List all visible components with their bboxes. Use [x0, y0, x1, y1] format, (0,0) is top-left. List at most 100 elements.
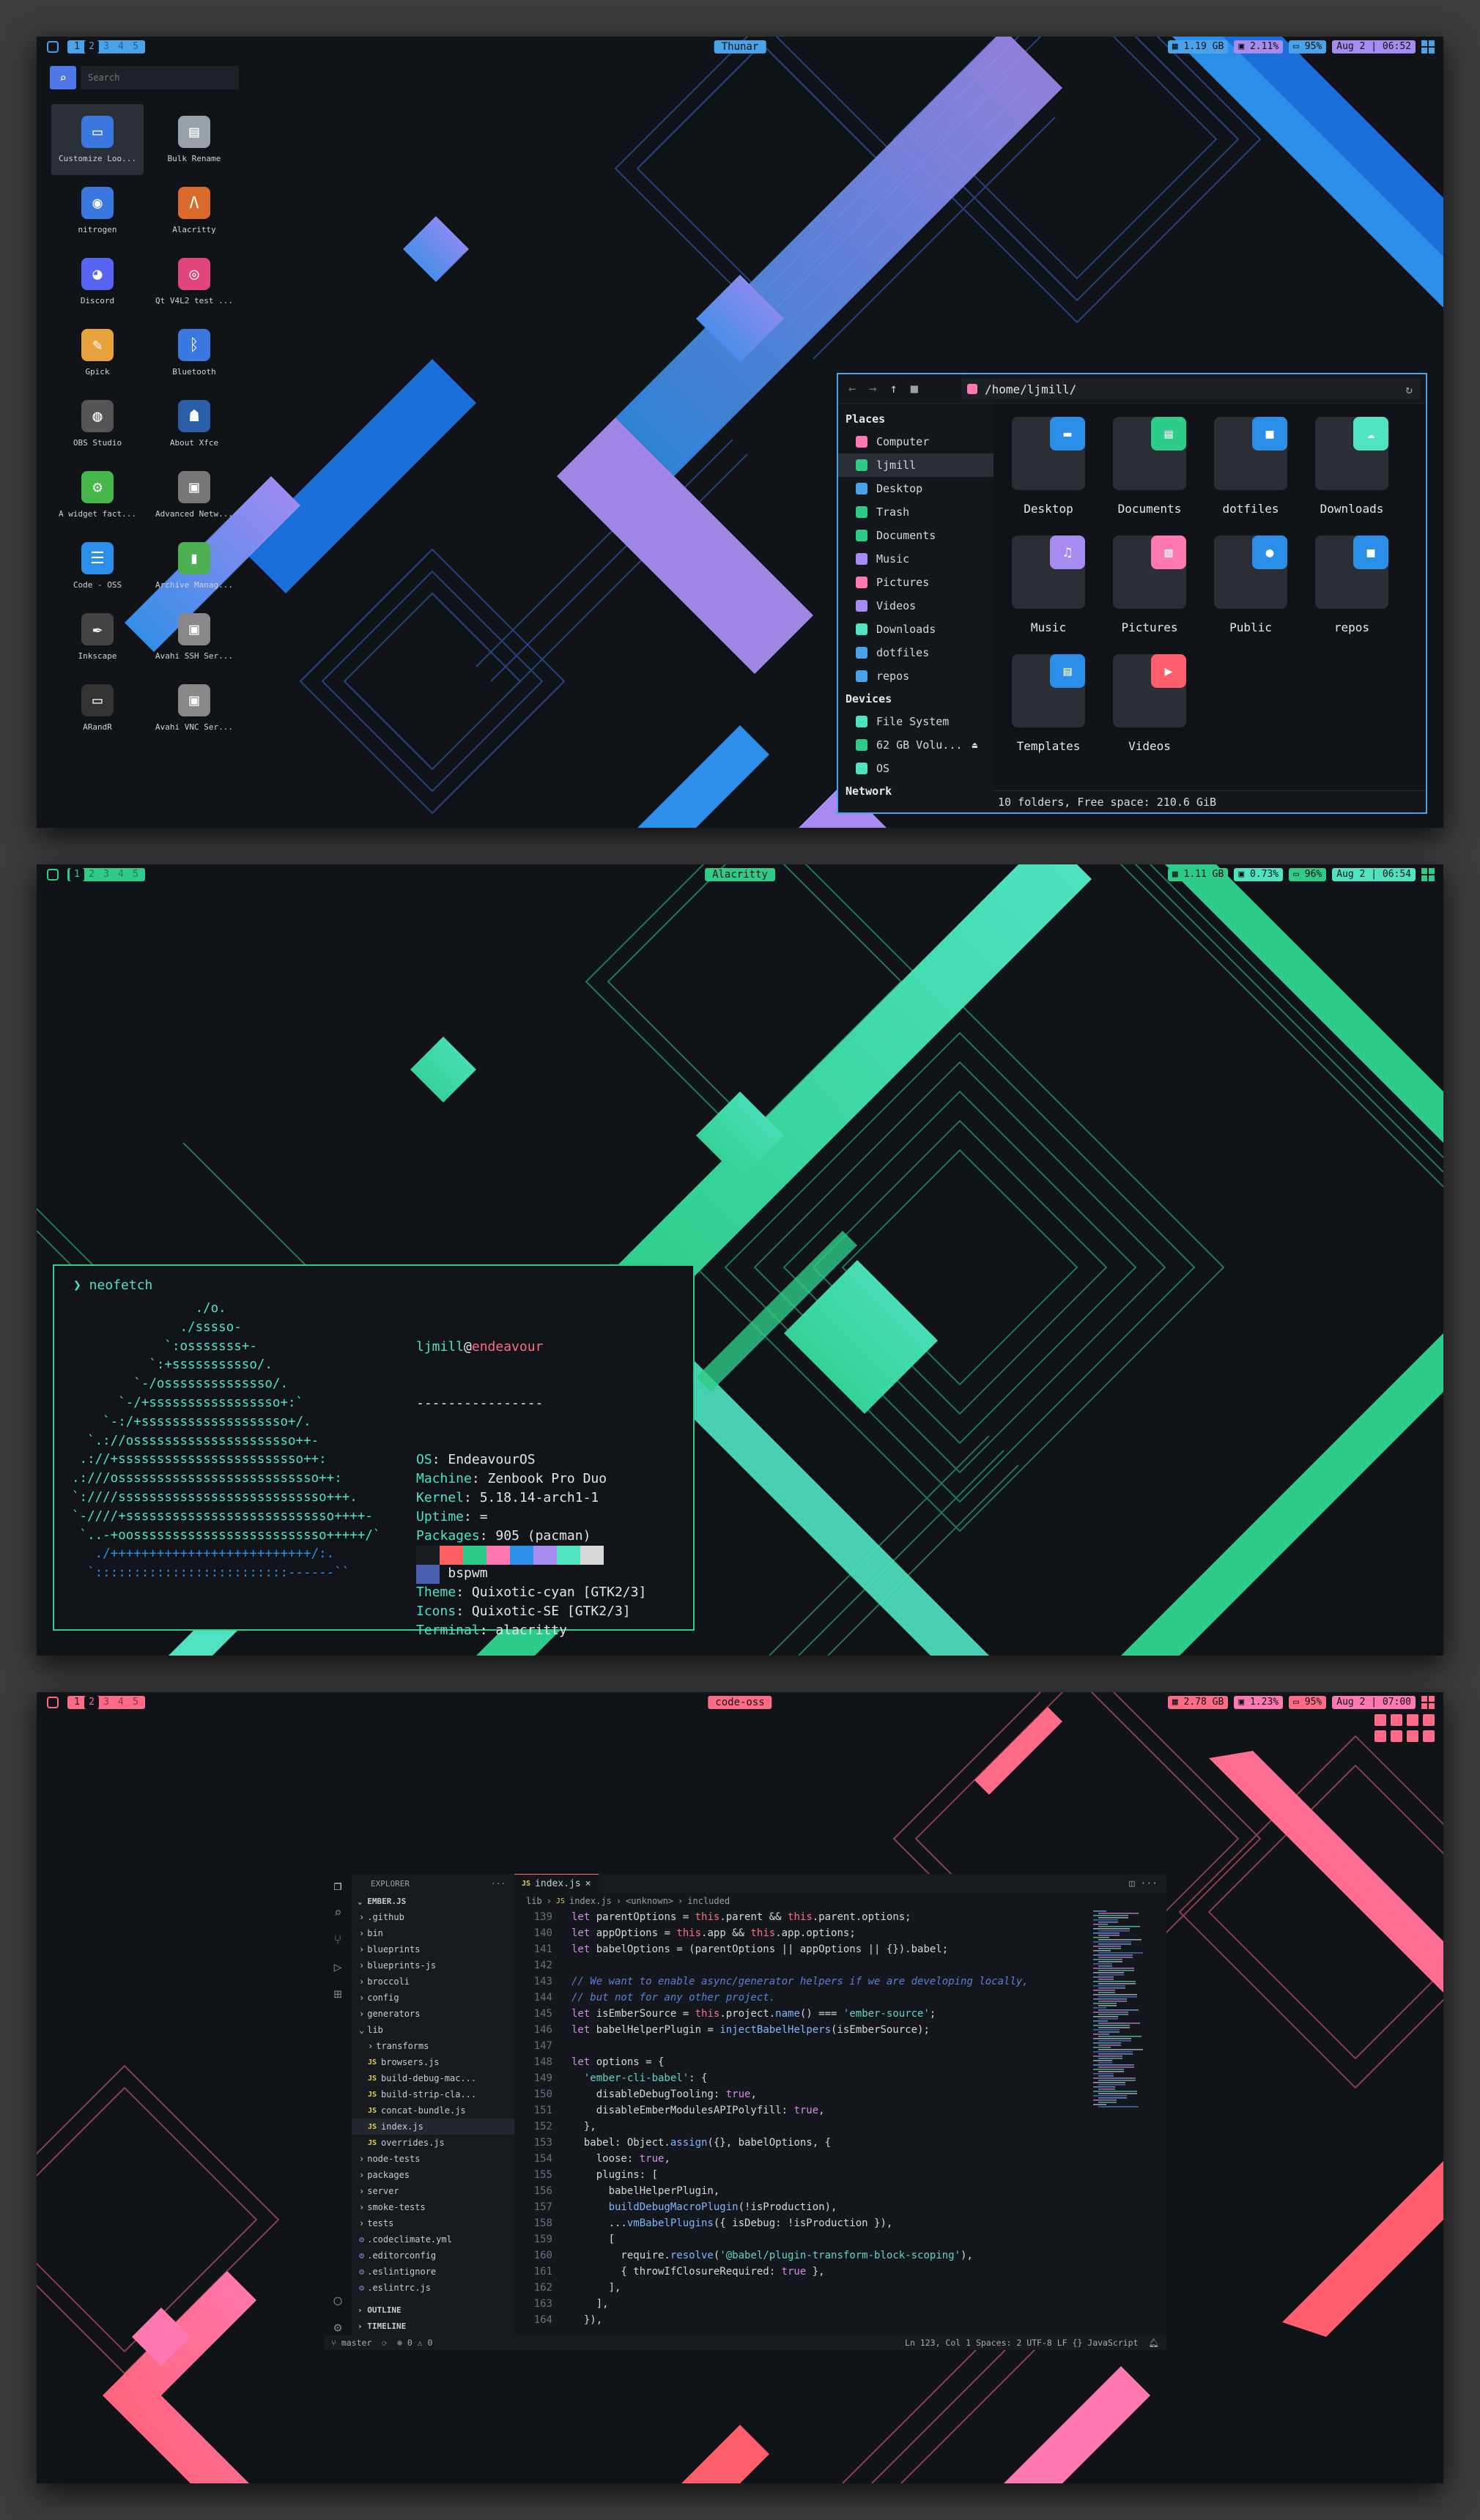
workspace-5[interactable]: 5 [128, 40, 143, 53]
close-tab-icon[interactable]: × [585, 1878, 591, 1889]
workspace-4[interactable]: 4 [114, 40, 128, 53]
split-editor-icon[interactable]: ◫ ··· [1129, 1878, 1158, 1889]
layout-icon[interactable] [1421, 1696, 1435, 1709]
account-icon[interactable]: ◯ [334, 2293, 342, 2308]
workspace-1[interactable]: 1 [70, 868, 84, 881]
location-bar[interactable]: /home/ljmill/ ↻ [961, 379, 1420, 399]
tree-item[interactable]: ⚙ .editorconfig [352, 2247, 514, 2264]
tree-item[interactable]: › packages [352, 2167, 514, 2183]
device-item[interactable]: File System [838, 710, 994, 733]
up-arrow-icon[interactable]: ↑ [890, 382, 898, 396]
tree-item[interactable]: › server [352, 2183, 514, 2199]
workspace-3[interactable]: 3 [99, 1696, 114, 1709]
app-item[interactable]: ▮ Archive Manag... [148, 530, 240, 601]
terminal-window[interactable]: ❯ neofetch ./o. ./sssso- `:osssssss+- `:… [53, 1264, 695, 1638]
breadcrumb-scope[interactable]: <unknown> [626, 1896, 673, 1906]
minimap[interactable] [1092, 1909, 1156, 2321]
tree-item[interactable]: JS browsers.js [352, 2054, 514, 2070]
app-item[interactable]: ◎ Qt V4L2 test ... [148, 246, 240, 317]
app-item[interactable]: ✎ Gpick [51, 317, 144, 388]
sidebar-item-videos[interactable]: Videos [838, 594, 994, 618]
workspace-2[interactable]: 2 [84, 40, 99, 53]
workspace-4[interactable]: 4 [114, 868, 128, 881]
app-item[interactable]: ✒ Inkscape [51, 601, 144, 672]
folder-documents[interactable]: ▤ Documents [1099, 417, 1200, 536]
folder-dotfiles[interactable]: ■ dotfiles [1200, 417, 1301, 536]
project-root[interactable]: ⌄ EMBER.JS [352, 1893, 514, 1909]
home-icon[interactable]: ■ [911, 382, 918, 396]
reload-icon[interactable]: ↻ [1405, 382, 1413, 396]
sidebar-item-downloads[interactable]: Downloads [838, 618, 994, 641]
run-debug-icon[interactable]: ▷ [334, 1960, 342, 1975]
workspace-1[interactable]: 1 [70, 40, 84, 53]
breadcrumb-file[interactable]: index.js [569, 1896, 612, 1906]
workspace-4[interactable]: 4 [114, 1696, 128, 1709]
workspace-5[interactable]: 5 [128, 1696, 143, 1709]
app-item[interactable]: ◉ nitrogen [51, 175, 144, 246]
layout-icon[interactable] [1421, 40, 1435, 53]
launcher-icon[interactable] [47, 869, 59, 881]
launcher-icon[interactable] [47, 41, 59, 53]
device-item[interactable]: OS [838, 757, 994, 780]
tree-item[interactable]: ⚙ .eslintrc.js [352, 2280, 514, 2296]
tree-item[interactable]: › broccoli [352, 1974, 514, 1990]
folder-videos[interactable]: ▶ Videos [1099, 654, 1200, 773]
app-item[interactable]: ᛒ Bluetooth [148, 317, 240, 388]
tree-item[interactable]: › tests [352, 2215, 514, 2231]
problems-count[interactable]: 0 ⚠ 0 [407, 2338, 433, 2348]
app-item[interactable]: ◕ Discord [51, 246, 144, 317]
search-icon[interactable]: ⌕ [50, 66, 76, 89]
layout-icon[interactable] [1421, 868, 1435, 881]
app-item[interactable]: Λ Alacritty [148, 175, 240, 246]
folder-templates[interactable]: ▤ Templates [998, 654, 1099, 773]
workspace-5[interactable]: 5 [128, 868, 143, 881]
breadcrumb-symbol[interactable]: included [687, 1896, 730, 1906]
breadcrumb-lib[interactable]: lib [526, 1896, 542, 1906]
settings-gear-icon[interactable]: ⚙ [334, 2320, 342, 2335]
tab-index-js[interactable]: JS index.js × [514, 1874, 599, 1893]
extensions-icon[interactable]: ⊞ [334, 1987, 342, 2002]
app-item[interactable]: ▭ Customize Loo... [51, 104, 144, 175]
tree-item[interactable]: › .github [352, 1909, 514, 1925]
tree-item[interactable]: JS overrides.js [352, 2135, 514, 2151]
folder-music[interactable]: ♫ Music [998, 536, 1099, 654]
device-item[interactable]: 62 GB Volu... ⏏ [838, 733, 994, 757]
sidebar-item-dotfiles[interactable]: dotfiles [838, 641, 994, 664]
folder-public[interactable]: ● Public [1200, 536, 1301, 654]
tree-item[interactable]: › bin [352, 1925, 514, 1941]
launcher-icon[interactable] [47, 1697, 59, 1708]
folder-downloads[interactable]: ☁ Downloads [1301, 417, 1402, 536]
network-heading[interactable]: Network [838, 780, 994, 802]
tree-item[interactable]: › transforms [352, 2038, 514, 2054]
workspace-2[interactable]: 2 [84, 1696, 99, 1709]
workspace-3[interactable]: 3 [99, 868, 114, 881]
workspace-1[interactable]: 1 [70, 1696, 84, 1709]
app-item[interactable]: ▣ Avahi VNC Ser... [148, 672, 240, 744]
workspace-2[interactable]: 2 [84, 868, 99, 881]
explorer-icon[interactable]: ❐ [334, 1878, 342, 1894]
app-item[interactable]: ☰ Code - OSS [51, 530, 144, 601]
tree-item[interactable]: › node-tests [352, 2151, 514, 2167]
sidebar-item-ljmill[interactable]: ljmill [838, 453, 994, 477]
tree-item[interactable]: ⌄ lib [352, 2022, 514, 2038]
tree-item[interactable]: JS build-debug-mac... [352, 2070, 514, 2086]
app-item[interactable]: ◍ OBS Studio [51, 388, 144, 459]
back-arrow-icon[interactable]: ← [848, 382, 856, 396]
sidebar-item-pictures[interactable]: Pictures [838, 571, 994, 594]
tree-item[interactable]: › generators [352, 2006, 514, 2022]
workspace-3[interactable]: 3 [99, 40, 114, 53]
more-actions-icon[interactable]: ··· [491, 1879, 506, 1889]
sidebar-item-documents[interactable]: Documents [838, 524, 994, 547]
eject-icon[interactable]: ⏏ [972, 740, 977, 750]
forward-arrow-icon[interactable]: → [869, 382, 876, 396]
status-right[interactable]: Ln 123, Col 1 Spaces: 2 UTF-8 LF {} Java… [905, 2338, 1139, 2348]
sidebar-item-computer[interactable]: Computer [838, 430, 994, 453]
sidebar-item-repos[interactable]: repos [838, 664, 994, 688]
search-input[interactable] [81, 66, 239, 89]
tree-item[interactable]: › smoke-tests [352, 2199, 514, 2215]
app-item[interactable]: ▣ Advanced Netw... [148, 459, 240, 530]
folder-pictures[interactable]: ▧ Pictures [1099, 536, 1200, 654]
app-item[interactable]: ▤ Bulk Rename [148, 104, 240, 175]
app-item[interactable]: ▣ Avahi SSH Ser... [148, 601, 240, 672]
tree-item[interactable]: ⚙ .eslintignore [352, 2264, 514, 2280]
